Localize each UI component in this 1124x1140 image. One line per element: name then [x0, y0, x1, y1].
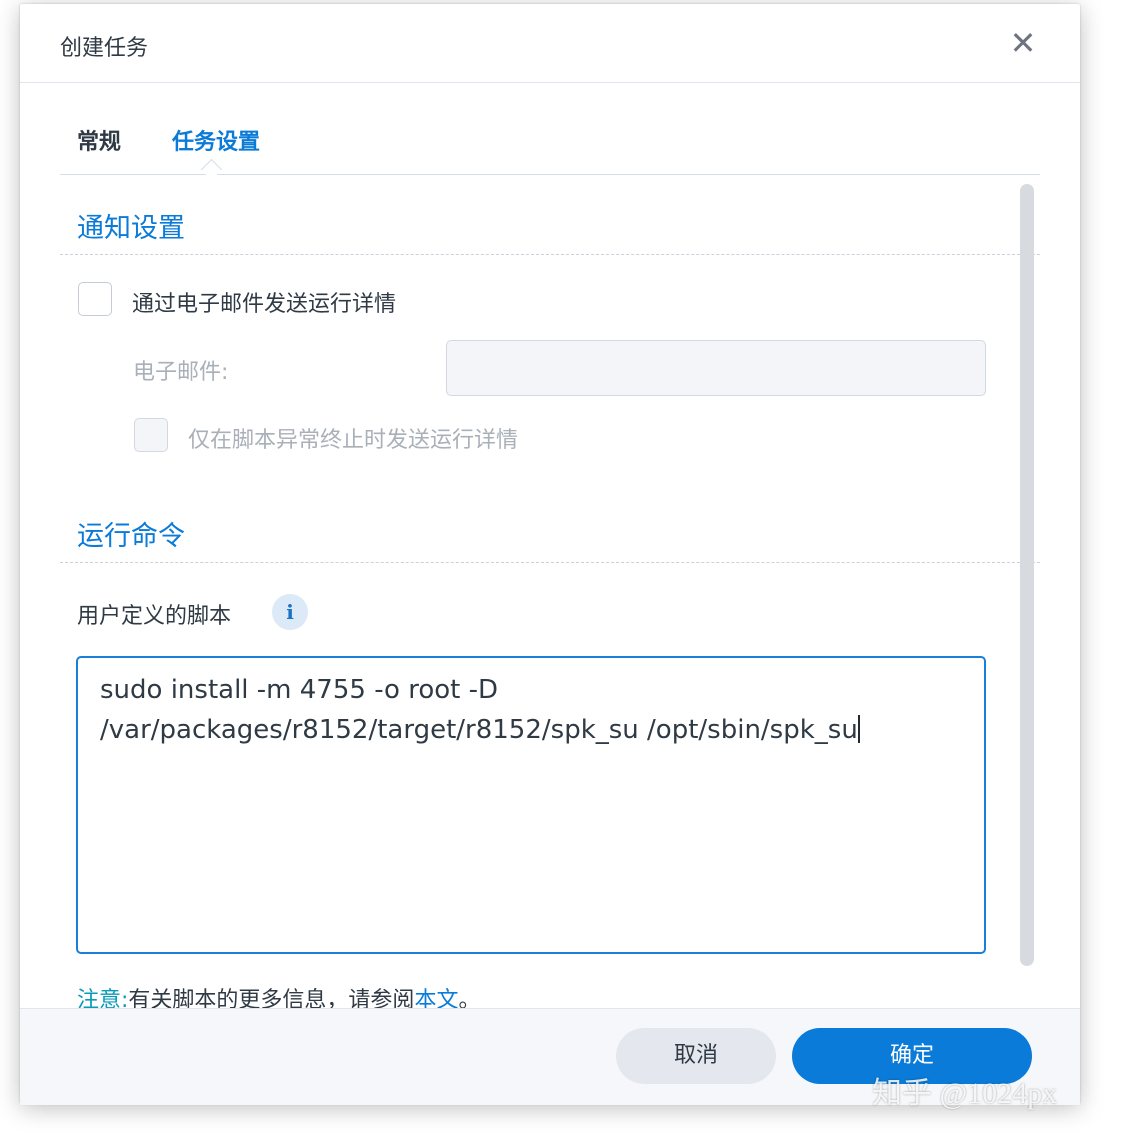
script-textarea[interactable]: sudo install -m 4755 -o root -D /var/pac… — [76, 656, 986, 954]
dialog-title: 创建任务 — [60, 36, 149, 61]
run-command-section-title: 运行命令 — [77, 521, 185, 552]
script-line-with-caret: /var/packages/r8152/target/r8152/spk_su … — [100, 710, 962, 750]
abnormal-only-checkbox[interactable] — [134, 418, 168, 452]
watermark: 知乎 @1024px — [872, 1077, 1058, 1110]
active-tab-indicator — [200, 158, 223, 181]
close-icon[interactable]: ✕ — [1008, 26, 1038, 60]
email-field-label: 电子邮件: — [133, 360, 229, 385]
info-icon[interactable]: i — [272, 594, 308, 630]
section-divider — [60, 562, 1040, 563]
abnormal-only-label: 仅在脚本异常终止时发送运行详情 — [188, 428, 519, 453]
notification-section-title: 通知设置 — [77, 213, 185, 244]
tab-bar: 常规 任务设置 — [60, 88, 1040, 181]
tab-task-settings[interactable]: 任务设置 — [172, 124, 260, 156]
email-details-label: 通过电子邮件发送运行详情 — [132, 292, 397, 317]
section-divider — [60, 254, 1040, 255]
cancel-button[interactable]: 取消 — [616, 1028, 776, 1084]
script-label: 用户定义的脚本 — [77, 604, 232, 629]
email-details-checkbox[interactable] — [78, 282, 112, 316]
email-field[interactable] — [446, 340, 986, 396]
text-caret — [857, 715, 860, 743]
scrollbar[interactable] — [1020, 184, 1034, 966]
create-task-dialog: 创建任务 ✕ 常规 任务设置 通知设置 通过电子邮件发送运行详情 电子邮件: 仅… — [20, 4, 1080, 1105]
script-line: sudo install -m 4755 -o root -D — [100, 675, 499, 705]
dialog-titlebar: 创建任务 ✕ — [20, 4, 1080, 83]
script-line: /var/packages/r8152/target/r8152/spk_su … — [100, 715, 858, 745]
tab-general[interactable]: 常规 — [77, 124, 121, 156]
